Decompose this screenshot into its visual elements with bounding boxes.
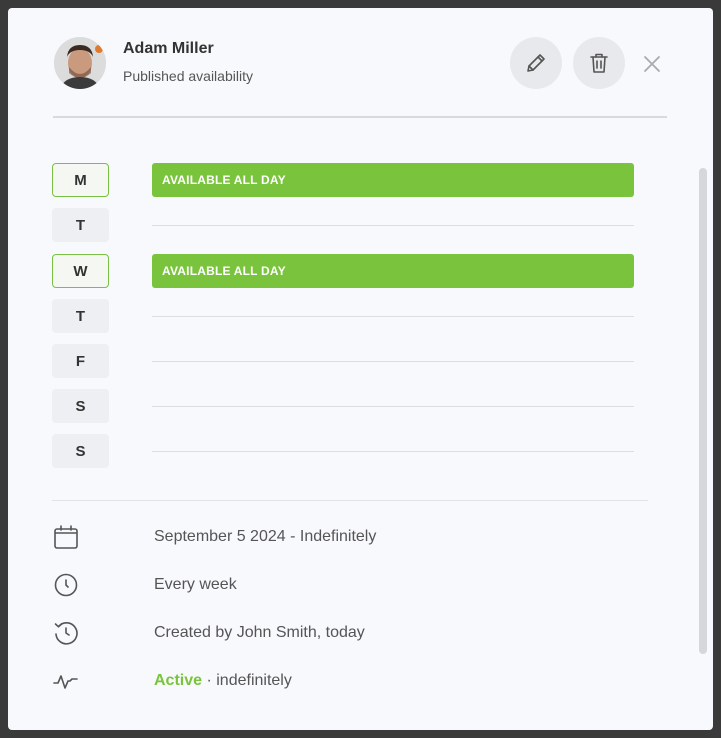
- day-badge[interactable]: S: [52, 389, 109, 423]
- availability-bar[interactable]: AVAILABLE ALL DAY: [152, 254, 634, 288]
- info-recurrence: Every week: [52, 571, 652, 599]
- avatar: [54, 37, 106, 89]
- history-icon: [52, 619, 80, 647]
- info-divider: [52, 500, 648, 501]
- activity-icon: [52, 667, 80, 695]
- status-active-label: Active: [154, 672, 203, 689]
- day-row-friday: F: [52, 344, 642, 378]
- info-status: Active · indefinitely: [52, 667, 652, 695]
- info-date-range: September 5 2024 - Indefinitely: [52, 523, 652, 551]
- availability-bar[interactable]: AVAILABLE ALL DAY: [152, 163, 634, 197]
- edit-button[interactable]: [510, 37, 562, 89]
- date-range-text: September 5 2024 - Indefinitely: [154, 528, 377, 545]
- calendar-icon: [52, 523, 80, 551]
- day-row-monday: M AVAILABLE ALL DAY: [52, 163, 642, 197]
- day-row-thursday: T: [52, 299, 642, 333]
- day-row-wednesday: W AVAILABLE ALL DAY: [52, 254, 642, 288]
- day-badge[interactable]: T: [52, 299, 109, 333]
- clock-icon: [52, 571, 80, 599]
- status-suffix: · indefinitely: [202, 672, 292, 689]
- pencil-icon: [527, 54, 545, 72]
- delete-button[interactable]: [573, 37, 625, 89]
- scrollbar[interactable]: [699, 168, 707, 654]
- header-divider: [53, 116, 667, 118]
- day-row-sunday: S: [52, 434, 642, 468]
- day-badge[interactable]: W: [52, 254, 109, 288]
- user-name: Adam Miller: [123, 40, 214, 57]
- user-subtitle: Published availability: [123, 68, 253, 84]
- day-badge[interactable]: M: [52, 163, 109, 197]
- empty-day-line: [152, 361, 634, 362]
- empty-day-line: [152, 316, 634, 317]
- close-icon: [644, 56, 660, 72]
- day-badge[interactable]: F: [52, 344, 109, 378]
- empty-day-line: [152, 451, 634, 452]
- status-text: Active · indefinitely: [154, 672, 292, 690]
- empty-day-line: [152, 225, 634, 226]
- day-badge[interactable]: S: [52, 434, 109, 468]
- recurrence-text: Every week: [154, 576, 237, 593]
- day-row-saturday: S: [52, 389, 642, 423]
- created-text: Created by John Smith, today: [154, 624, 365, 641]
- empty-day-line: [152, 406, 634, 407]
- trash-icon: [590, 53, 608, 73]
- info-created: Created by John Smith, today: [52, 619, 652, 647]
- day-badge[interactable]: T: [52, 208, 109, 242]
- day-row-tuesday: T: [52, 208, 642, 242]
- close-button[interactable]: [636, 48, 668, 80]
- availability-modal: Adam Miller Published availability M AVA…: [8, 8, 713, 730]
